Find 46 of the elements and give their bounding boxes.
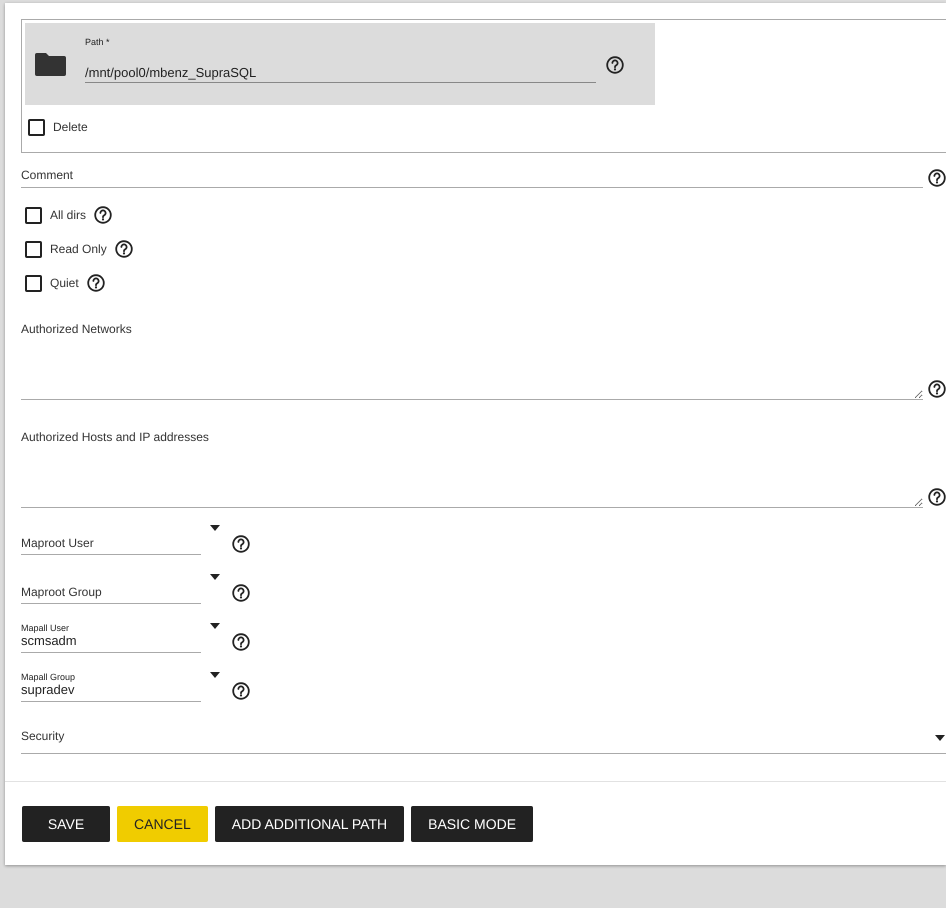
dropdown-field[interactable]: Mapall User scmsadm [21, 617, 201, 653]
help-icon[interactable] [232, 682, 250, 700]
checkbox-label: All dirs [50, 208, 86, 222]
action-button[interactable]: ADD ADDITIONAL PATH [214, 806, 404, 842]
field-placeholder: Maproot User [21, 536, 95, 550]
help-icon[interactable] [928, 488, 946, 506]
caret-icon[interactable] [210, 672, 220, 678]
help-icon[interactable] [606, 56, 624, 74]
checkbox-label: Delete [53, 120, 88, 134]
caret-icon[interactable] [935, 735, 945, 741]
dropdown-field[interactable]: Maproot User [21, 519, 201, 555]
checkbox[interactable] [25, 240, 42, 258]
field-value: scmsadm [21, 633, 78, 648]
action-button[interactable]: SAVE [22, 806, 110, 842]
caret-icon[interactable] [210, 623, 220, 629]
dropdown-field[interactable]: Security [21, 729, 946, 754]
help-icon[interactable] [232, 535, 250, 553]
help-icon[interactable] [928, 169, 946, 187]
path-value[interactable]: /mnt/pool0/mbenz_SupraSQL [85, 65, 596, 82]
field-value: supradev [21, 682, 76, 697]
checkbox-label: Read Only [50, 242, 107, 256]
input-field[interactable]: Authorized Hosts and IP addresses [21, 430, 923, 508]
help-icon[interactable] [86, 274, 105, 292]
help-icon[interactable] [114, 240, 133, 258]
checkbox[interactable] [25, 274, 42, 292]
help-icon[interactable] [232, 633, 250, 651]
field-placeholder: Maproot Group [21, 585, 103, 599]
input-field[interactable]: Authorized Networks [21, 322, 923, 400]
caret-icon[interactable] [210, 574, 220, 580]
help-icon[interactable] [94, 206, 112, 224]
help-icon[interactable] [928, 380, 946, 398]
field-label: Mapall Group [21, 672, 76, 682]
dropdown-field[interactable]: Mapall Group supradev [21, 666, 201, 702]
action-button[interactable]: CANCEL [117, 806, 208, 842]
help-icon[interactable] [232, 584, 250, 602]
action-button[interactable]: BASIC MODE [411, 806, 534, 842]
field-label: Path * [85, 37, 111, 47]
dropdown-field[interactable]: Maproot Group [21, 568, 201, 604]
field-placeholder: Security [21, 729, 64, 743]
caret-icon[interactable] [210, 525, 220, 531]
checkbox[interactable] [28, 118, 45, 136]
folder-icon[interactable] [35, 52, 66, 76]
field-label: Mapall User [21, 623, 70, 633]
checkbox-label: Quiet [50, 276, 79, 290]
checkbox[interactable] [25, 206, 42, 224]
comment-field[interactable]: Comment [21, 168, 923, 188]
